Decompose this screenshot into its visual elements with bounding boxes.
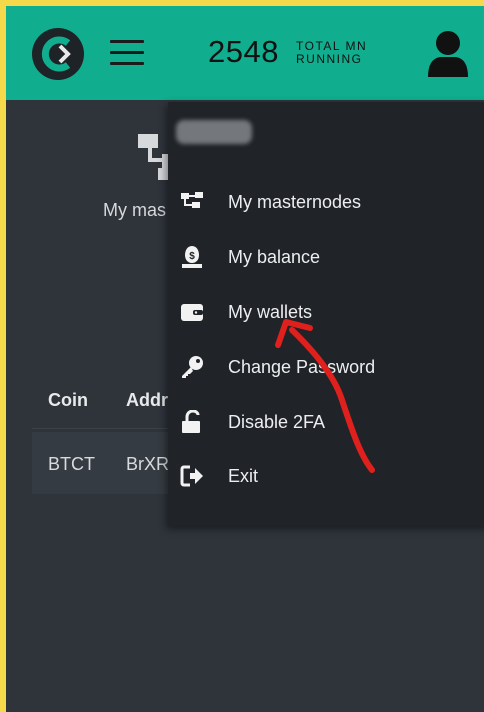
masternode-count: 2548 (208, 34, 279, 69)
menu-item-disable-2fa[interactable]: Disable 2FA (168, 398, 484, 448)
menu-item-exit[interactable]: Exit (168, 452, 484, 502)
menu-item-my-balance[interactable]: $ My balance (168, 233, 484, 283)
page-title: My mas (103, 200, 166, 220)
count-label-line2: RUNNING (296, 52, 363, 66)
menu-item-change-password[interactable]: Change Password (168, 343, 484, 393)
unlock-icon (182, 410, 200, 433)
network-nodes-icon (181, 192, 203, 208)
menu-item-label: My balance (228, 247, 321, 267)
column-header-coin[interactable]: Coin (48, 390, 88, 411)
hamburger-icon[interactable] (110, 40, 144, 68)
menu-item-my-wallets[interactable]: My wallets (168, 288, 484, 338)
top-bar: 2548 TOTAL MN RUNNING (6, 6, 484, 100)
menu-item-label: My masternodes (228, 192, 362, 212)
masternode-count-label: TOTAL MN RUNNING (296, 40, 367, 66)
app-frame: 2548 TOTAL MN RUNNING My mas Coin Addr B… (6, 6, 484, 712)
menu-item-label: Change Password (228, 357, 376, 377)
user-icon[interactable] (426, 30, 470, 78)
svg-text:$: $ (189, 251, 195, 262)
menu-item-label: Exit (228, 466, 259, 486)
menu-item-label: Disable 2FA (228, 412, 326, 432)
sign-out-icon (180, 465, 203, 487)
cell-address: BrXR (126, 454, 170, 474)
column-header-address[interactable]: Addr (126, 390, 168, 411)
menu-item-label: My wallets (228, 302, 313, 322)
app-logo-icon[interactable] (30, 26, 86, 82)
key-icon (182, 356, 203, 378)
wallet-icon (181, 304, 203, 321)
money-bag-icon: $ (182, 246, 202, 268)
cell-coin: BTCT (48, 454, 95, 474)
menu-item-my-masternodes[interactable]: My masternodes (168, 178, 484, 228)
username-redacted (176, 120, 252, 144)
user-dropdown-menu: My masternodes $ My balance My wallets C… (168, 102, 484, 526)
